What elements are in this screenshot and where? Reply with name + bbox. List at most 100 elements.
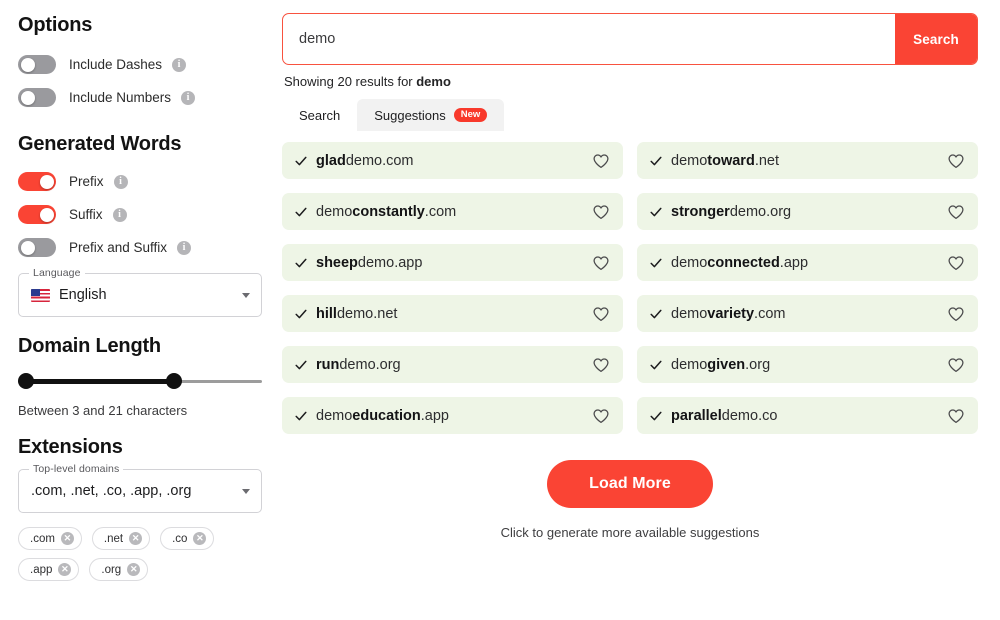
- info-icon[interactable]: i: [181, 91, 195, 105]
- tld-chip-app[interactable]: .app ✕: [18, 558, 79, 581]
- result-row[interactable]: hilldemo.net: [282, 295, 623, 332]
- remove-chip-icon[interactable]: ✕: [58, 563, 71, 576]
- domain-name: demogiven.org: [671, 357, 947, 373]
- generated-toggle-row-1: Suffixi: [18, 199, 262, 230]
- available-check-icon: [648, 204, 664, 220]
- extensions-heading: Extensions: [18, 436, 262, 459]
- search-input[interactable]: [283, 14, 895, 64]
- generated-words-toggle-group: PrefixiSuffixiPrefix and Suffixi: [18, 166, 262, 263]
- available-check-icon: [293, 306, 309, 322]
- domain-name: gladdemo.com: [316, 153, 592, 169]
- slider-thumb-max[interactable]: [166, 373, 182, 389]
- available-check-icon: [293, 255, 309, 271]
- results-count-query: demo: [416, 74, 451, 89]
- toggle-prefix-and-suffix[interactable]: [18, 238, 56, 257]
- domain-length-heading: Domain Length: [18, 335, 262, 358]
- toggle-prefix[interactable]: [18, 172, 56, 191]
- available-check-icon: [648, 306, 664, 322]
- toggle-knob: [21, 91, 35, 105]
- language-select[interactable]: Language English: [18, 273, 262, 317]
- new-badge: New: [454, 108, 488, 122]
- favorite-heart-icon[interactable]: [947, 305, 965, 323]
- info-icon[interactable]: i: [114, 175, 128, 189]
- favorite-heart-icon[interactable]: [592, 152, 610, 170]
- tld-chip-net[interactable]: .net✕: [92, 527, 150, 550]
- toggle-knob: [40, 175, 54, 189]
- tab-label: Suggestions: [374, 108, 446, 123]
- favorite-heart-icon[interactable]: [592, 305, 610, 323]
- favorite-heart-icon[interactable]: [947, 407, 965, 425]
- result-row[interactable]: paralleldemo.co: [637, 397, 978, 434]
- domain-length-slider[interactable]: [18, 368, 262, 394]
- options-heading: Options: [18, 14, 262, 37]
- spacer: [18, 317, 262, 335]
- favorite-heart-icon[interactable]: [592, 356, 610, 374]
- toggle-include-numbers[interactable]: [18, 88, 56, 107]
- toggle-label: Suffix: [69, 207, 103, 222]
- tld-chip-com[interactable]: .com✕: [18, 527, 82, 550]
- result-row[interactable]: demotoward.net: [637, 142, 978, 179]
- result-row[interactable]: demovariety.com: [637, 295, 978, 332]
- remove-chip-icon[interactable]: ✕: [129, 532, 142, 545]
- options-toggle-row-1: Include Numbers i: [18, 82, 262, 113]
- tld-chip-label: .app: [30, 564, 52, 576]
- favorite-heart-icon[interactable]: [947, 152, 965, 170]
- spacer: [18, 418, 262, 436]
- tab-search[interactable]: Search: [282, 99, 357, 131]
- result-row[interactable]: democonnected.app: [637, 244, 978, 281]
- tld-chip-co[interactable]: .co✕: [160, 527, 214, 550]
- domain-name: strongerdemo.org: [671, 204, 947, 220]
- search-button[interactable]: Search: [895, 14, 977, 64]
- available-check-icon: [293, 408, 309, 424]
- domain-name: paralleldemo.co: [671, 408, 947, 424]
- favorite-heart-icon[interactable]: [947, 254, 965, 272]
- toggle-label: Include Numbers: [69, 90, 171, 105]
- domain-name: demovariety.com: [671, 306, 947, 322]
- result-row[interactable]: gladdemo.com: [282, 142, 623, 179]
- info-icon[interactable]: i: [172, 58, 186, 72]
- remove-chip-icon[interactable]: ✕: [61, 532, 74, 545]
- available-check-icon: [648, 255, 664, 271]
- slider-fill: [26, 379, 174, 384]
- load-more-button[interactable]: Load More: [547, 460, 713, 508]
- tab-suggestions[interactable]: Suggestions New: [357, 99, 504, 131]
- result-tabs: Search Suggestions New: [282, 99, 978, 131]
- favorite-heart-icon[interactable]: [592, 407, 610, 425]
- favorite-heart-icon[interactable]: [947, 356, 965, 374]
- result-row[interactable]: strongerdemo.org: [637, 193, 978, 230]
- chevron-down-icon: [242, 293, 250, 298]
- results-count-prefix: Showing 20 results for: [284, 74, 416, 89]
- favorite-heart-icon[interactable]: [592, 254, 610, 272]
- favorite-heart-icon[interactable]: [592, 203, 610, 221]
- results-count-text: Showing 20 results for demo: [284, 74, 978, 89]
- tld-select-legend: Top-level domains: [29, 463, 123, 475]
- available-check-icon: [648, 153, 664, 169]
- favorite-heart-icon[interactable]: [947, 203, 965, 221]
- remove-chip-icon[interactable]: ✕: [193, 532, 206, 545]
- toggle-suffix[interactable]: [18, 205, 56, 224]
- available-check-icon: [293, 357, 309, 373]
- available-check-icon: [293, 153, 309, 169]
- toggle-knob: [21, 58, 35, 72]
- result-row[interactable]: sheepdemo.app: [282, 244, 623, 281]
- toggle-knob: [21, 241, 35, 255]
- spacer: [18, 115, 262, 133]
- slider-thumb-min[interactable]: [18, 373, 34, 389]
- result-row[interactable]: democonstantly.com: [282, 193, 623, 230]
- result-row[interactable]: demogiven.org: [637, 346, 978, 383]
- toggle-label: Prefix and Suffix: [69, 240, 167, 255]
- info-icon[interactable]: i: [113, 208, 127, 222]
- result-row[interactable]: rundemo.org: [282, 346, 623, 383]
- tld-chip-org[interactable]: .org ✕: [89, 558, 148, 581]
- info-icon[interactable]: i: [177, 241, 191, 255]
- tld-select[interactable]: Top-level domains .com, .net, .co, .app,…: [18, 469, 262, 513]
- toggle-include-dashes[interactable]: [18, 55, 56, 74]
- remove-chip-icon[interactable]: ✕: [127, 563, 140, 576]
- options-toggle-group: Include DashesiInclude Numbersi: [18, 49, 262, 113]
- tld-chip-list: .com✕ .net✕ .co✕ .app ✕ .org ✕: [18, 527, 262, 581]
- domain-name: sheepdemo.app: [316, 255, 592, 271]
- result-row[interactable]: demoeducation.app: [282, 397, 623, 434]
- available-check-icon: [293, 204, 309, 220]
- generated-words-heading: Generated Words: [18, 133, 262, 156]
- tld-chip-label: .org: [101, 564, 121, 576]
